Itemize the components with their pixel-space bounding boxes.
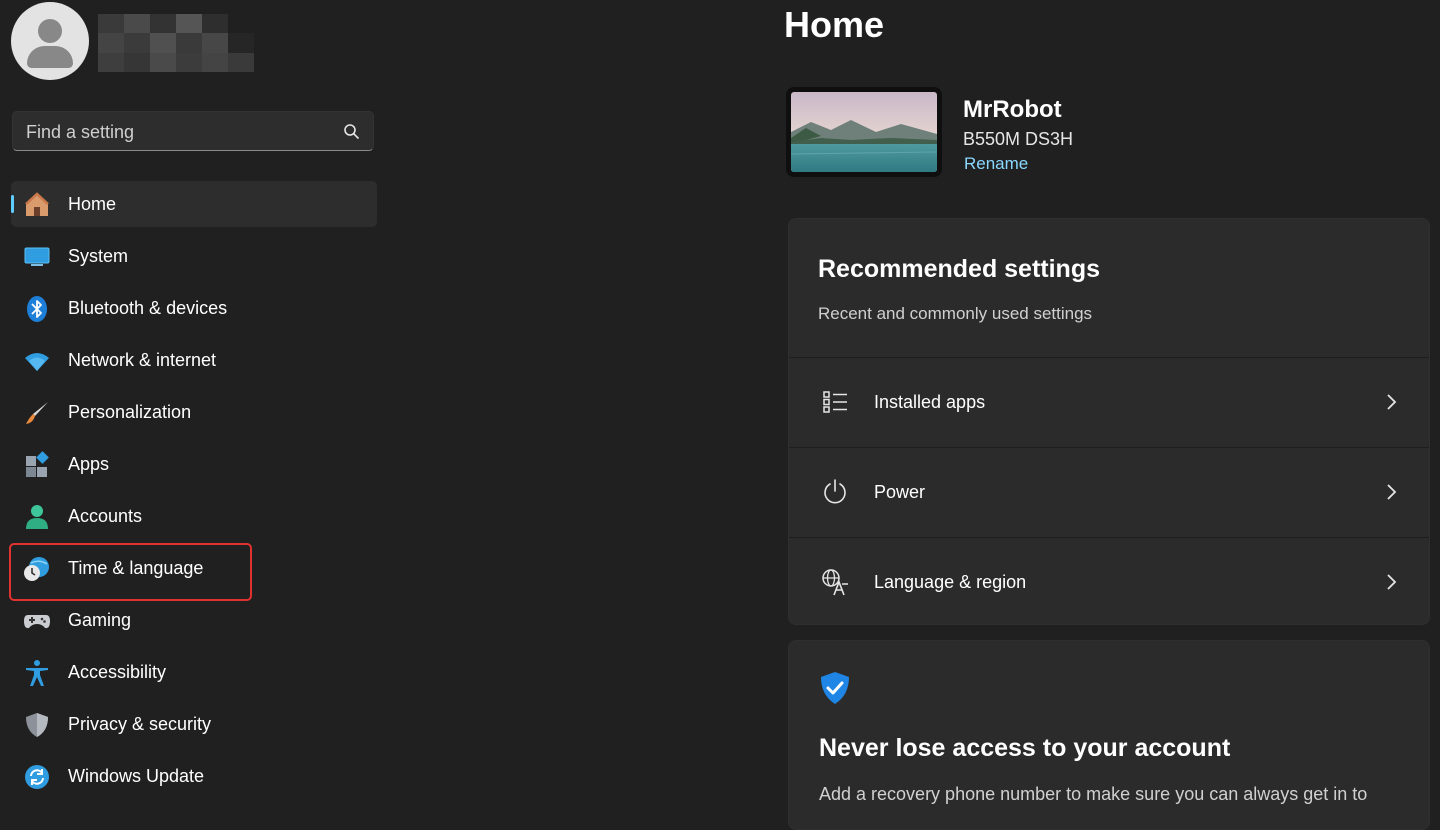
sidebar-item-label: Accounts (68, 505, 143, 526)
recommended-settings-subtitle: Recent and commonly used settings (818, 304, 1093, 323)
chevron-right-icon (1387, 484, 1397, 500)
sidebar-item-label: Personalization (68, 401, 192, 422)
shield-icon (23, 711, 51, 739)
sidebar-item-accessibility[interactable]: Accessibility (11, 649, 377, 695)
monitor-icon (23, 243, 51, 271)
avatar[interactable] (11, 2, 89, 80)
search-input[interactable] (13, 112, 338, 152)
installed-apps-row[interactable]: Installed apps (789, 357, 1429, 446)
sidebar-item-privacy-security[interactable]: Privacy & security (11, 701, 377, 747)
sidebar-item-gaming[interactable]: Gaming (11, 597, 377, 643)
sidebar-item-label: Windows Update (68, 765, 205, 786)
device-name: MrRobot (963, 96, 1062, 123)
row-label: Power (874, 482, 926, 502)
sidebar-item-system[interactable]: System (11, 233, 377, 279)
chevron-right-icon (1387, 394, 1397, 410)
accessibility-icon (23, 659, 51, 687)
bluetooth-icon (23, 295, 51, 323)
account-card-title: Never lose access to your account (819, 734, 1231, 762)
sidebar-item-bluetooth-devices[interactable]: Bluetooth & devices (11, 285, 377, 331)
sidebar-item-personalization[interactable]: Personalization (11, 389, 377, 435)
blurred-username (98, 14, 254, 72)
sidebar-item-label: Accessibility (68, 661, 167, 682)
search-box[interactable] (12, 111, 374, 152)
shield-check-icon (821, 672, 849, 704)
page-title: Home (784, 4, 885, 45)
row-label: Installed apps (874, 392, 986, 412)
account-recovery-card: Never lose access to your account Add a … (788, 640, 1430, 830)
search-icon[interactable] (343, 123, 359, 139)
sidebar-item-windows-update[interactable]: Windows Update (11, 753, 377, 799)
chevron-right-icon (1387, 574, 1397, 590)
wifi-icon (23, 347, 51, 375)
highlight-box (9, 543, 252, 601)
sidebar-item-label: Home (68, 193, 117, 214)
language-icon (822, 569, 848, 596)
sidebar-item-home[interactable]: Home (11, 181, 377, 227)
person-icon (23, 503, 51, 531)
sidebar-item-label: Privacy & security (68, 713, 212, 734)
home-icon (23, 191, 51, 219)
sidebar-item-label: Bluetooth & devices (68, 297, 228, 318)
sidebar-nav: Home System Bluetooth & devices Network … (11, 181, 377, 805)
account-card-description: Add a recovery phone number to make sure… (819, 784, 1368, 804)
apps-icon (23, 451, 51, 479)
device-wallpaper-thumbnail (786, 87, 942, 177)
sidebar-item-label: Apps (68, 453, 110, 474)
sidebar-item-apps[interactable]: Apps (11, 441, 377, 487)
user-avatar-icon (38, 19, 62, 43)
power-row[interactable]: Power (789, 447, 1429, 536)
rename-link[interactable]: Rename (964, 154, 1028, 174)
sidebar-item-accounts[interactable]: Accounts (11, 493, 377, 539)
sync-icon (23, 763, 51, 791)
sidebar-item-network-internet[interactable]: Network & internet (11, 337, 377, 383)
sidebar-item-label: Network & internet (68, 349, 217, 370)
power-icon (824, 479, 846, 504)
sidebar-item-label: Gaming (68, 609, 132, 630)
recommended-settings-card: Recommended settings Recent and commonly… (788, 218, 1430, 625)
gamepad-icon (23, 607, 51, 635)
recommended-settings-title: Recommended settings (818, 255, 1101, 283)
sidebar-item-label: System (68, 245, 129, 266)
brush-icon (23, 399, 51, 427)
row-label: Language & region (874, 572, 1027, 592)
device-model: B550M DS3H (963, 129, 1074, 149)
installed-apps-icon (823, 391, 847, 413)
language-region-row[interactable]: Language & region (789, 537, 1429, 624)
